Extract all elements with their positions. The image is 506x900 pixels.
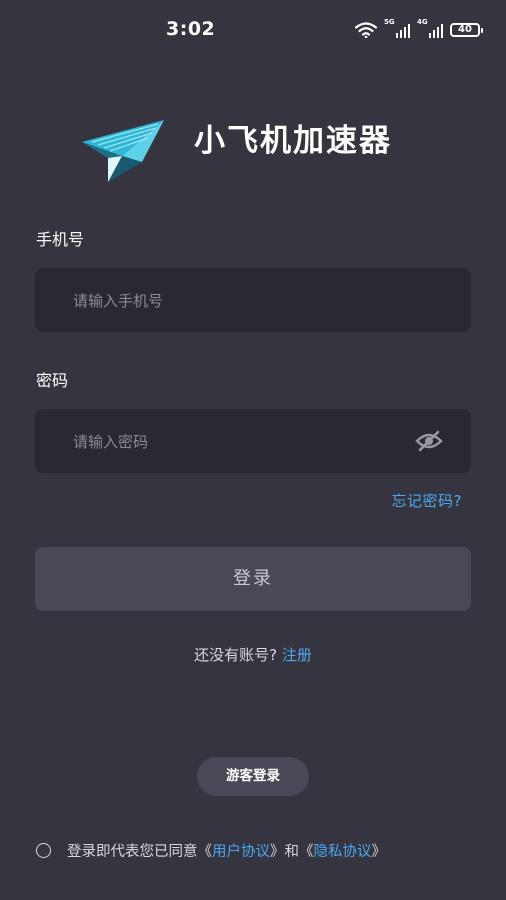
password-label: 密码 xyxy=(36,371,69,390)
app-logo xyxy=(78,112,172,186)
phone-label: 手机号 xyxy=(36,230,85,249)
password-input-box[interactable] xyxy=(35,409,471,475)
bracket-close-1: 》 xyxy=(270,844,285,860)
register-line: 还没有账号? 注册 xyxy=(0,644,506,665)
status-time: 3:02 xyxy=(166,18,216,40)
register-link[interactable]: 注册 xyxy=(282,646,312,664)
app-title: 小飞机加速器 xyxy=(194,123,392,159)
forgot-password-link[interactable]: 忘记密码? xyxy=(392,490,462,511)
agreement-radio[interactable] xyxy=(36,843,51,858)
agreement-and: 和 xyxy=(284,844,300,860)
password-input[interactable] xyxy=(71,409,405,475)
register-prompt: 还没有账号? xyxy=(194,646,278,664)
paper-plane-icon xyxy=(82,120,164,182)
user-agreement-link[interactable]: 用户协议 xyxy=(212,840,270,861)
login-button[interactable]: 登录 xyxy=(35,547,471,611)
agreement-prefix: 登录即代表您已同意 xyxy=(67,844,198,860)
eye-off-icon[interactable] xyxy=(415,430,443,452)
bracket-open-1: 《 xyxy=(197,844,213,860)
status-bar: 3:02 5G 4G 40 xyxy=(0,0,506,60)
guest-login-button[interactable]: 游客登录 xyxy=(197,757,309,796)
bracket-open-2: 《 xyxy=(299,844,314,860)
status-icons: 5G 4G 40 xyxy=(355,18,483,40)
phone-input-box[interactable] xyxy=(35,268,471,334)
wifi-icon xyxy=(355,22,377,38)
phone-input[interactable] xyxy=(71,268,405,334)
bracket-close-2: 》 xyxy=(371,844,387,860)
privacy-policy-link[interactable]: 隐私协议 xyxy=(314,840,372,861)
battery-icon: 40 xyxy=(450,23,483,37)
signal-4g-icon: 4G xyxy=(417,18,443,39)
signal-5g-icon: 5G xyxy=(384,18,410,39)
agreement-row: 登录即代表您已同意《用户协议》和《隐私协议》 xyxy=(36,840,386,861)
